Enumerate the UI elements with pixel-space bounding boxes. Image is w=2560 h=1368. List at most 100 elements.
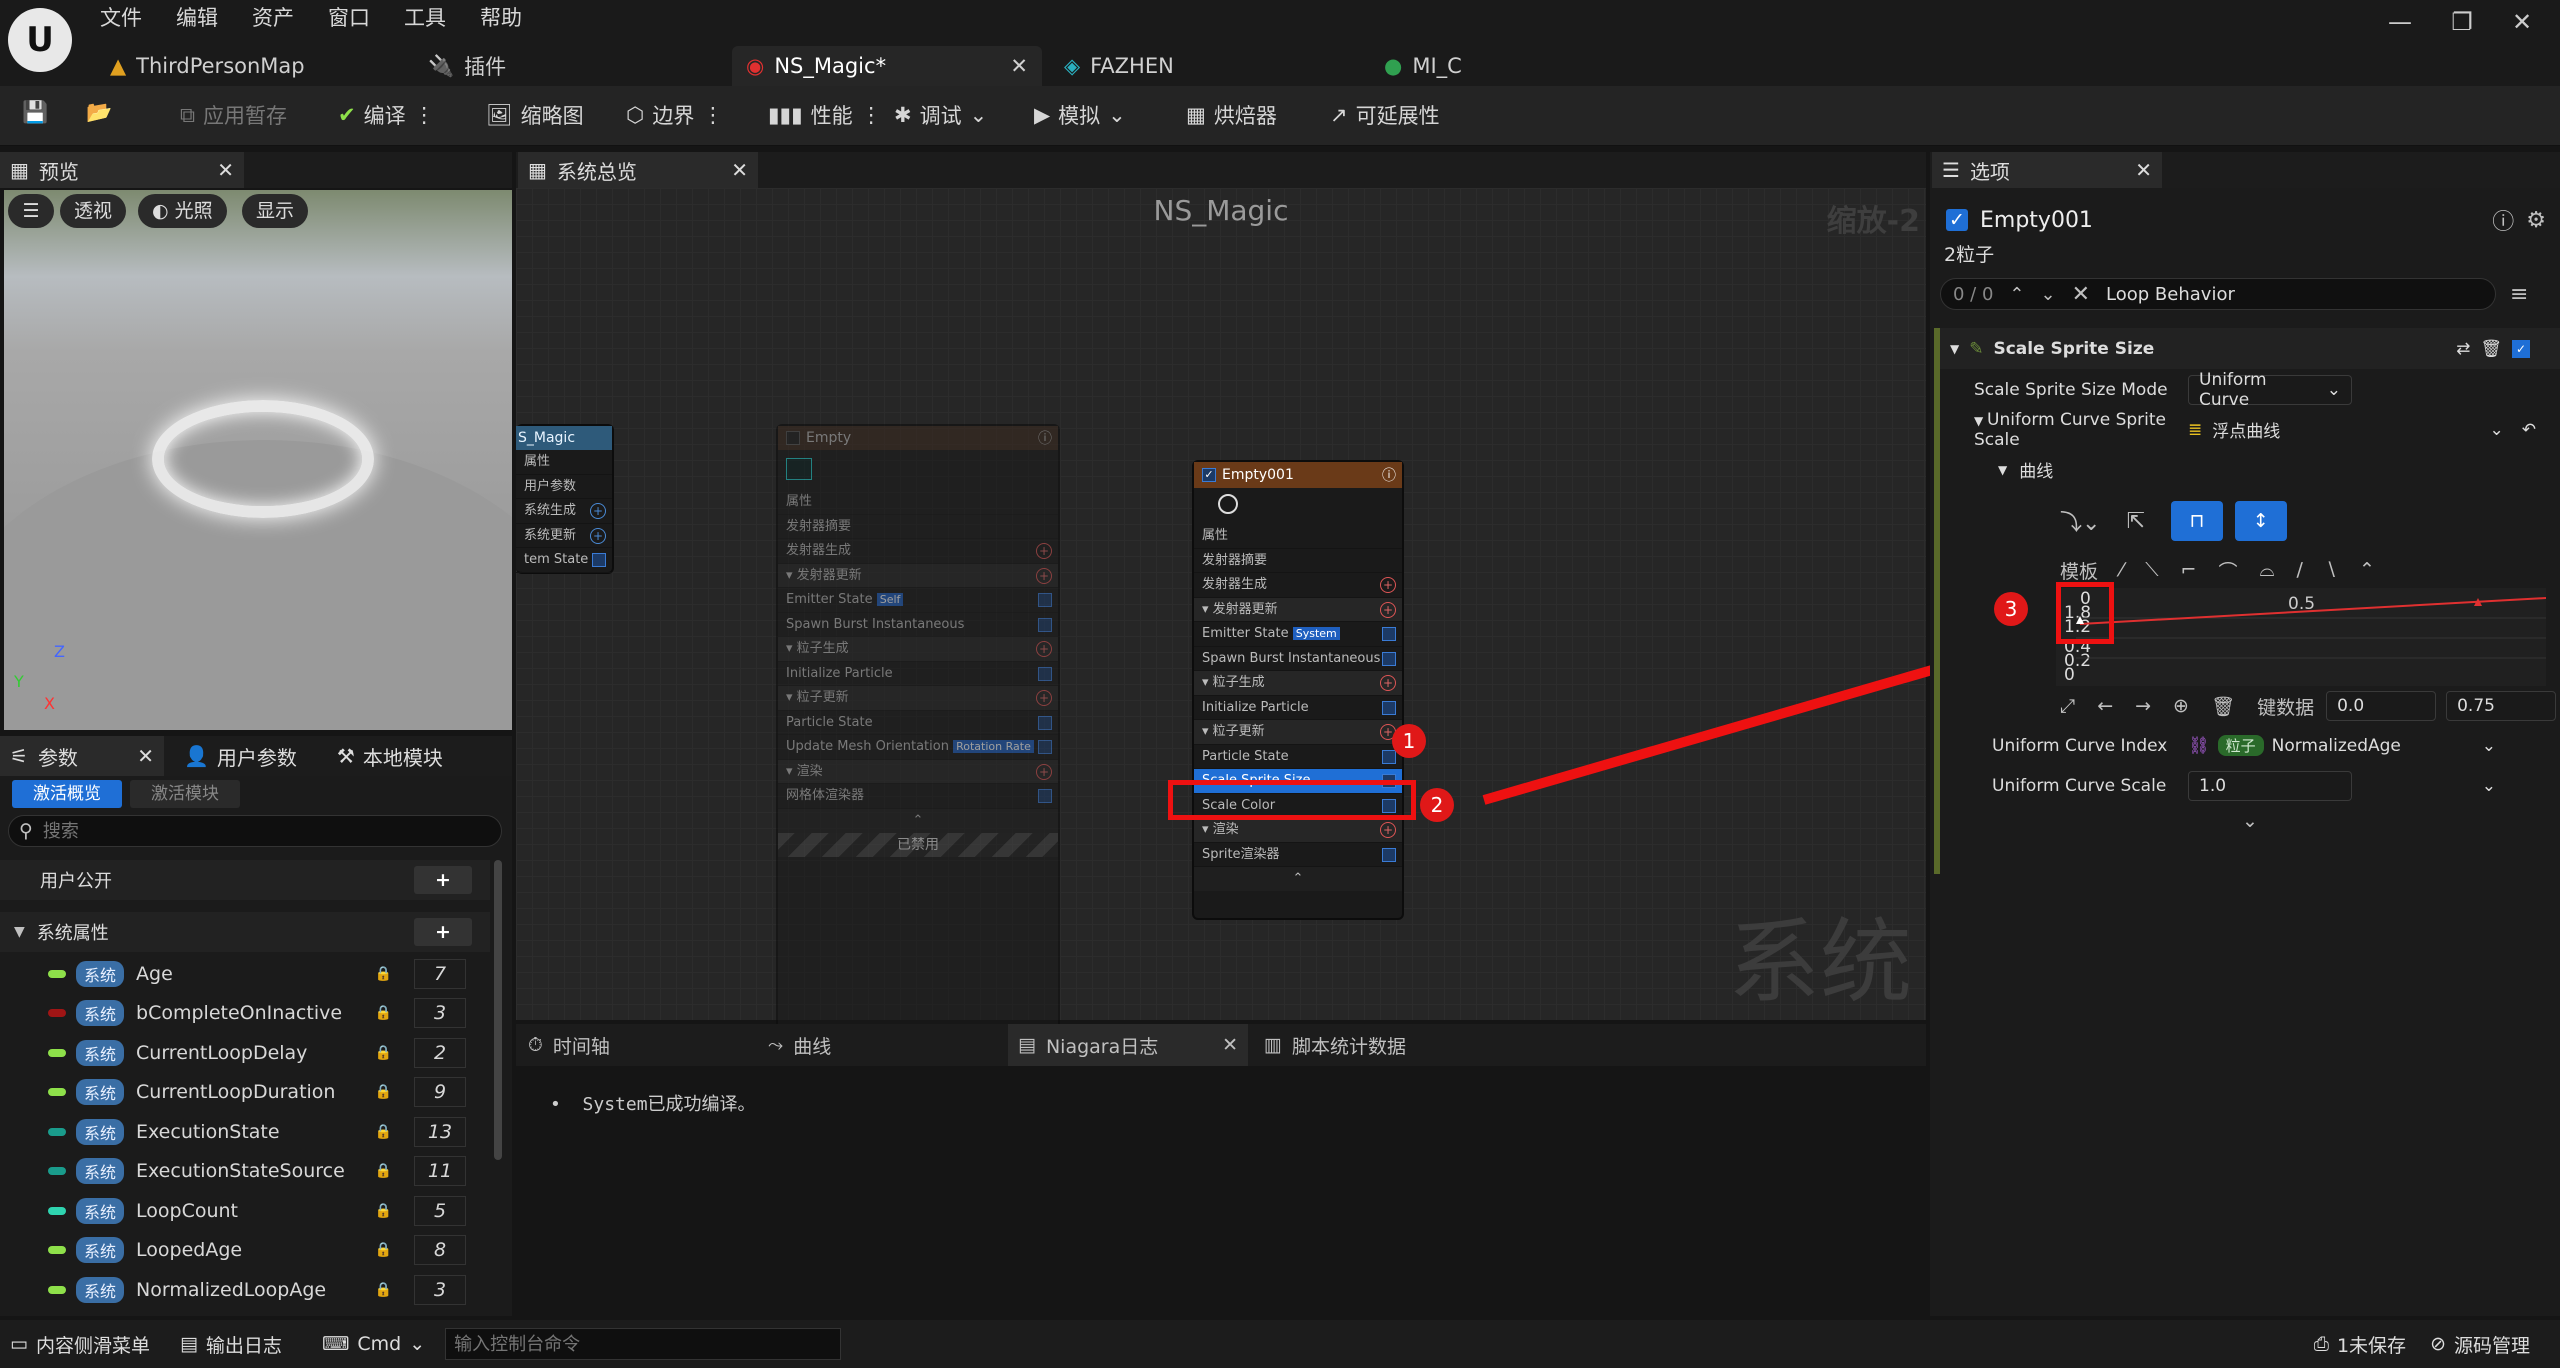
- node-row[interactable]: ▾ 发射器更新 +: [1194, 597, 1402, 622]
- emitter-node-empty001[interactable]: ✓ Empty001 ⓘ 属性 发射器摘要 发射器生成 + ▾ 发射器更新 + Emitte…: [1192, 460, 1404, 920]
- viewport-menu-icon[interactable]: ☰: [8, 194, 54, 228]
- param-row[interactable]: 系统 CurrentLoopDuration 🔒 9: [0, 1073, 490, 1113]
- menu-tools[interactable]: 工具: [404, 2, 446, 32]
- close-tab-icon[interactable]: ✕: [1010, 54, 1028, 78]
- node-row[interactable]: ▾ 粒子更新 +: [1194, 720, 1402, 745]
- param-row[interactable]: 系统 CurrentLoopDelay 🔒 2: [0, 1033, 490, 1073]
- params-scrollbar[interactable]: [494, 860, 502, 1160]
- system-node[interactable]: S_Magic 属性 用户参数 系统生成 + 系统更新 + tem State: [516, 424, 614, 574]
- browse-icon[interactable]: 📂: [86, 100, 112, 125]
- node-row[interactable]: 发射器摘要: [778, 515, 1058, 539]
- performance-button[interactable]: ▮▮▮ 性能 ⋮: [768, 100, 882, 130]
- close-icon[interactable]: ✕: [217, 158, 234, 182]
- close-icon[interactable]: ✕: [731, 158, 748, 182]
- tab-local-modules[interactable]: ⚒ 本地模块: [337, 742, 443, 771]
- tab-plugins[interactable]: 🔌 插件: [414, 46, 714, 86]
- active-modules-button[interactable]: 激活模块: [130, 780, 240, 808]
- tab-preview[interactable]: ▦ 预览 ✕: [0, 152, 244, 188]
- enabled-checkbox[interactable]: [1038, 789, 1052, 803]
- reset-icon[interactable]: ↶: [2522, 420, 2536, 440]
- template-ease-out-icon[interactable]: ⌓: [2259, 559, 2274, 581]
- template-ease-in-icon[interactable]: ⌒: [2218, 557, 2237, 584]
- perspective-button[interactable]: 透视: [60, 194, 127, 228]
- curve-uniform-scale-field[interactable]: 1.0: [2188, 770, 2352, 801]
- pre-infinity-button[interactable]: ⊓: [2170, 501, 2223, 541]
- template-linear-up-icon[interactable]: ⁄: [2120, 559, 2123, 581]
- shuffle-icon[interactable]: ⇄: [2456, 339, 2470, 359]
- node-row[interactable]: Initialize Particle: [1194, 696, 1402, 720]
- more-icon[interactable]: ⋮: [414, 103, 435, 127]
- emitter-enabled-checkbox[interactable]: ✓: [1946, 209, 1968, 231]
- compile-button[interactable]: ✔ 编译 ⋮: [338, 100, 435, 130]
- enabled-checkbox[interactable]: [592, 553, 606, 567]
- tab-user-params[interactable]: 👤 用户参数: [184, 742, 297, 771]
- collapse-chevron-icon[interactable]: ⌃: [1194, 867, 1402, 891]
- node-row[interactable]: Sprite渲染器: [1194, 843, 1402, 867]
- next-key-icon[interactable]: →: [2135, 695, 2151, 717]
- enabled-checkbox[interactable]: [1038, 593, 1052, 607]
- template-smooth-up-icon[interactable]: ∕: [2296, 559, 2302, 581]
- preview-viewport[interactable]: ☰ 透视 ◐ 光照 显示 Z X Y: [4, 190, 512, 730]
- source-control-button[interactable]: ⊘ 源码管理: [2430, 1331, 2530, 1358]
- enabled-checkbox[interactable]: [1382, 651, 1396, 666]
- enabled-checkbox[interactable]: [1382, 627, 1396, 641]
- tab-ns-magic[interactable]: ◉ NS_Magic* ✕: [732, 46, 1042, 86]
- tab-params[interactable]: ⚟ 参数 ✕: [0, 736, 164, 776]
- add-icon[interactable]: +: [1036, 543, 1052, 559]
- expand-chevron-icon[interactable]: ⌄: [1940, 806, 2560, 836]
- param-row[interactable]: 系统 Age 🔒 7: [0, 954, 490, 994]
- chevron-down-icon[interactable]: ⌄: [2482, 736, 2496, 756]
- template-bell-icon[interactable]: ⌃: [2359, 559, 2375, 581]
- node-row[interactable]: Spawn Burst Instantaneous: [1194, 647, 1402, 671]
- tab-system-overview[interactable]: ▦ 系统总览 ✕: [518, 152, 758, 188]
- open-external-icon[interactable]: ⇱: [2126, 509, 2144, 534]
- node-row[interactable]: Particle State: [778, 711, 1058, 735]
- search-box[interactable]: ⚲: [8, 815, 502, 847]
- chevron-down-icon[interactable]: ▾: [1202, 724, 1213, 739]
- add-icon[interactable]: +: [1036, 690, 1052, 706]
- template-smooth-down-icon[interactable]: ∖: [2325, 559, 2337, 581]
- enabled-checkbox[interactable]: [1038, 740, 1052, 754]
- add-icon[interactable]: +: [590, 503, 606, 519]
- chevron-down-icon[interactable]: ▾: [1202, 822, 1213, 837]
- add-user-param-button[interactable]: +: [414, 866, 472, 894]
- add-icon[interactable]: +: [1380, 601, 1396, 618]
- param-row[interactable]: 系统 bCompleteOnInactive 🔒 3: [0, 994, 490, 1034]
- chevron-down-icon[interactable]: ▾: [1202, 675, 1213, 690]
- info-icon[interactable]: ⓘ: [2492, 204, 2514, 236]
- delete-key-icon[interactable]: 🗑: [2211, 695, 2235, 718]
- chevron-down-icon[interactable]: ▾: [786, 764, 797, 779]
- tab-thirdpersonmap[interactable]: ▲ ThirdPersonMap: [96, 46, 396, 86]
- tab-options[interactable]: ☰ 选项 ✕: [1932, 152, 2162, 188]
- enabled-checkbox[interactable]: [1382, 749, 1396, 764]
- more-icon[interactable]: ⋮: [702, 103, 723, 127]
- unreal-logo-icon[interactable]: U: [8, 8, 72, 72]
- add-icon[interactable]: +: [590, 527, 606, 544]
- param-row[interactable]: 系统 NormalizedLoopAge 🔒 3: [0, 1270, 490, 1310]
- enabled-checkbox[interactable]: [1382, 847, 1396, 862]
- enabled-checkbox[interactable]: [1382, 700, 1396, 715]
- param-row[interactable]: 系统 LoopCount 🔒 5: [0, 1191, 490, 1231]
- info-icon[interactable]: ⓘ: [1382, 465, 1396, 485]
- node-row[interactable]: 发射器生成 +: [1194, 573, 1402, 598]
- param-row[interactable]: 系统 ExecutionState 🔒 13: [0, 1112, 490, 1152]
- chevron-up-icon[interactable]: ⌃: [2009, 284, 2024, 305]
- chevron-down-icon[interactable]: ▾: [786, 568, 797, 583]
- search-input[interactable]: [42, 820, 443, 842]
- show-button[interactable]: 显示: [242, 194, 309, 228]
- minimize-icon[interactable]: —: [2380, 8, 2420, 36]
- node-row[interactable]: 属性: [516, 450, 612, 475]
- curve-editor[interactable]: 0 1.8 1.2 0.4 0.2 0 0.5: [2056, 582, 2546, 686]
- mode-dropdown[interactable]: Uniform Curve ⌄: [2188, 370, 2352, 410]
- details-search[interactable]: 0 / 0 ⌃ ⌄ ✕ Loop Behavior: [1940, 278, 2496, 310]
- template-step-icon[interactable]: ⌐: [2181, 559, 2197, 581]
- module-enabled-checkbox[interactable]: ✓: [2512, 339, 2530, 358]
- chevron-down-icon[interactable]: ▼: [1950, 342, 1959, 356]
- simulate-button[interactable]: ▶ 模拟 ⌄: [1034, 100, 1126, 130]
- node-row[interactable]: 系统生成 +: [516, 499, 612, 524]
- module-header[interactable]: ▼ ✎ Scale Sprite Size ⇄ 🗑 ✓: [1940, 328, 2560, 370]
- node-row[interactable]: 系统更新 +: [516, 524, 612, 548]
- chevron-down-icon[interactable]: ⌄: [2490, 420, 2504, 440]
- menu-window[interactable]: 窗口: [328, 2, 370, 32]
- tab-mi-c[interactable]: ● MI_C: [1370, 46, 1670, 86]
